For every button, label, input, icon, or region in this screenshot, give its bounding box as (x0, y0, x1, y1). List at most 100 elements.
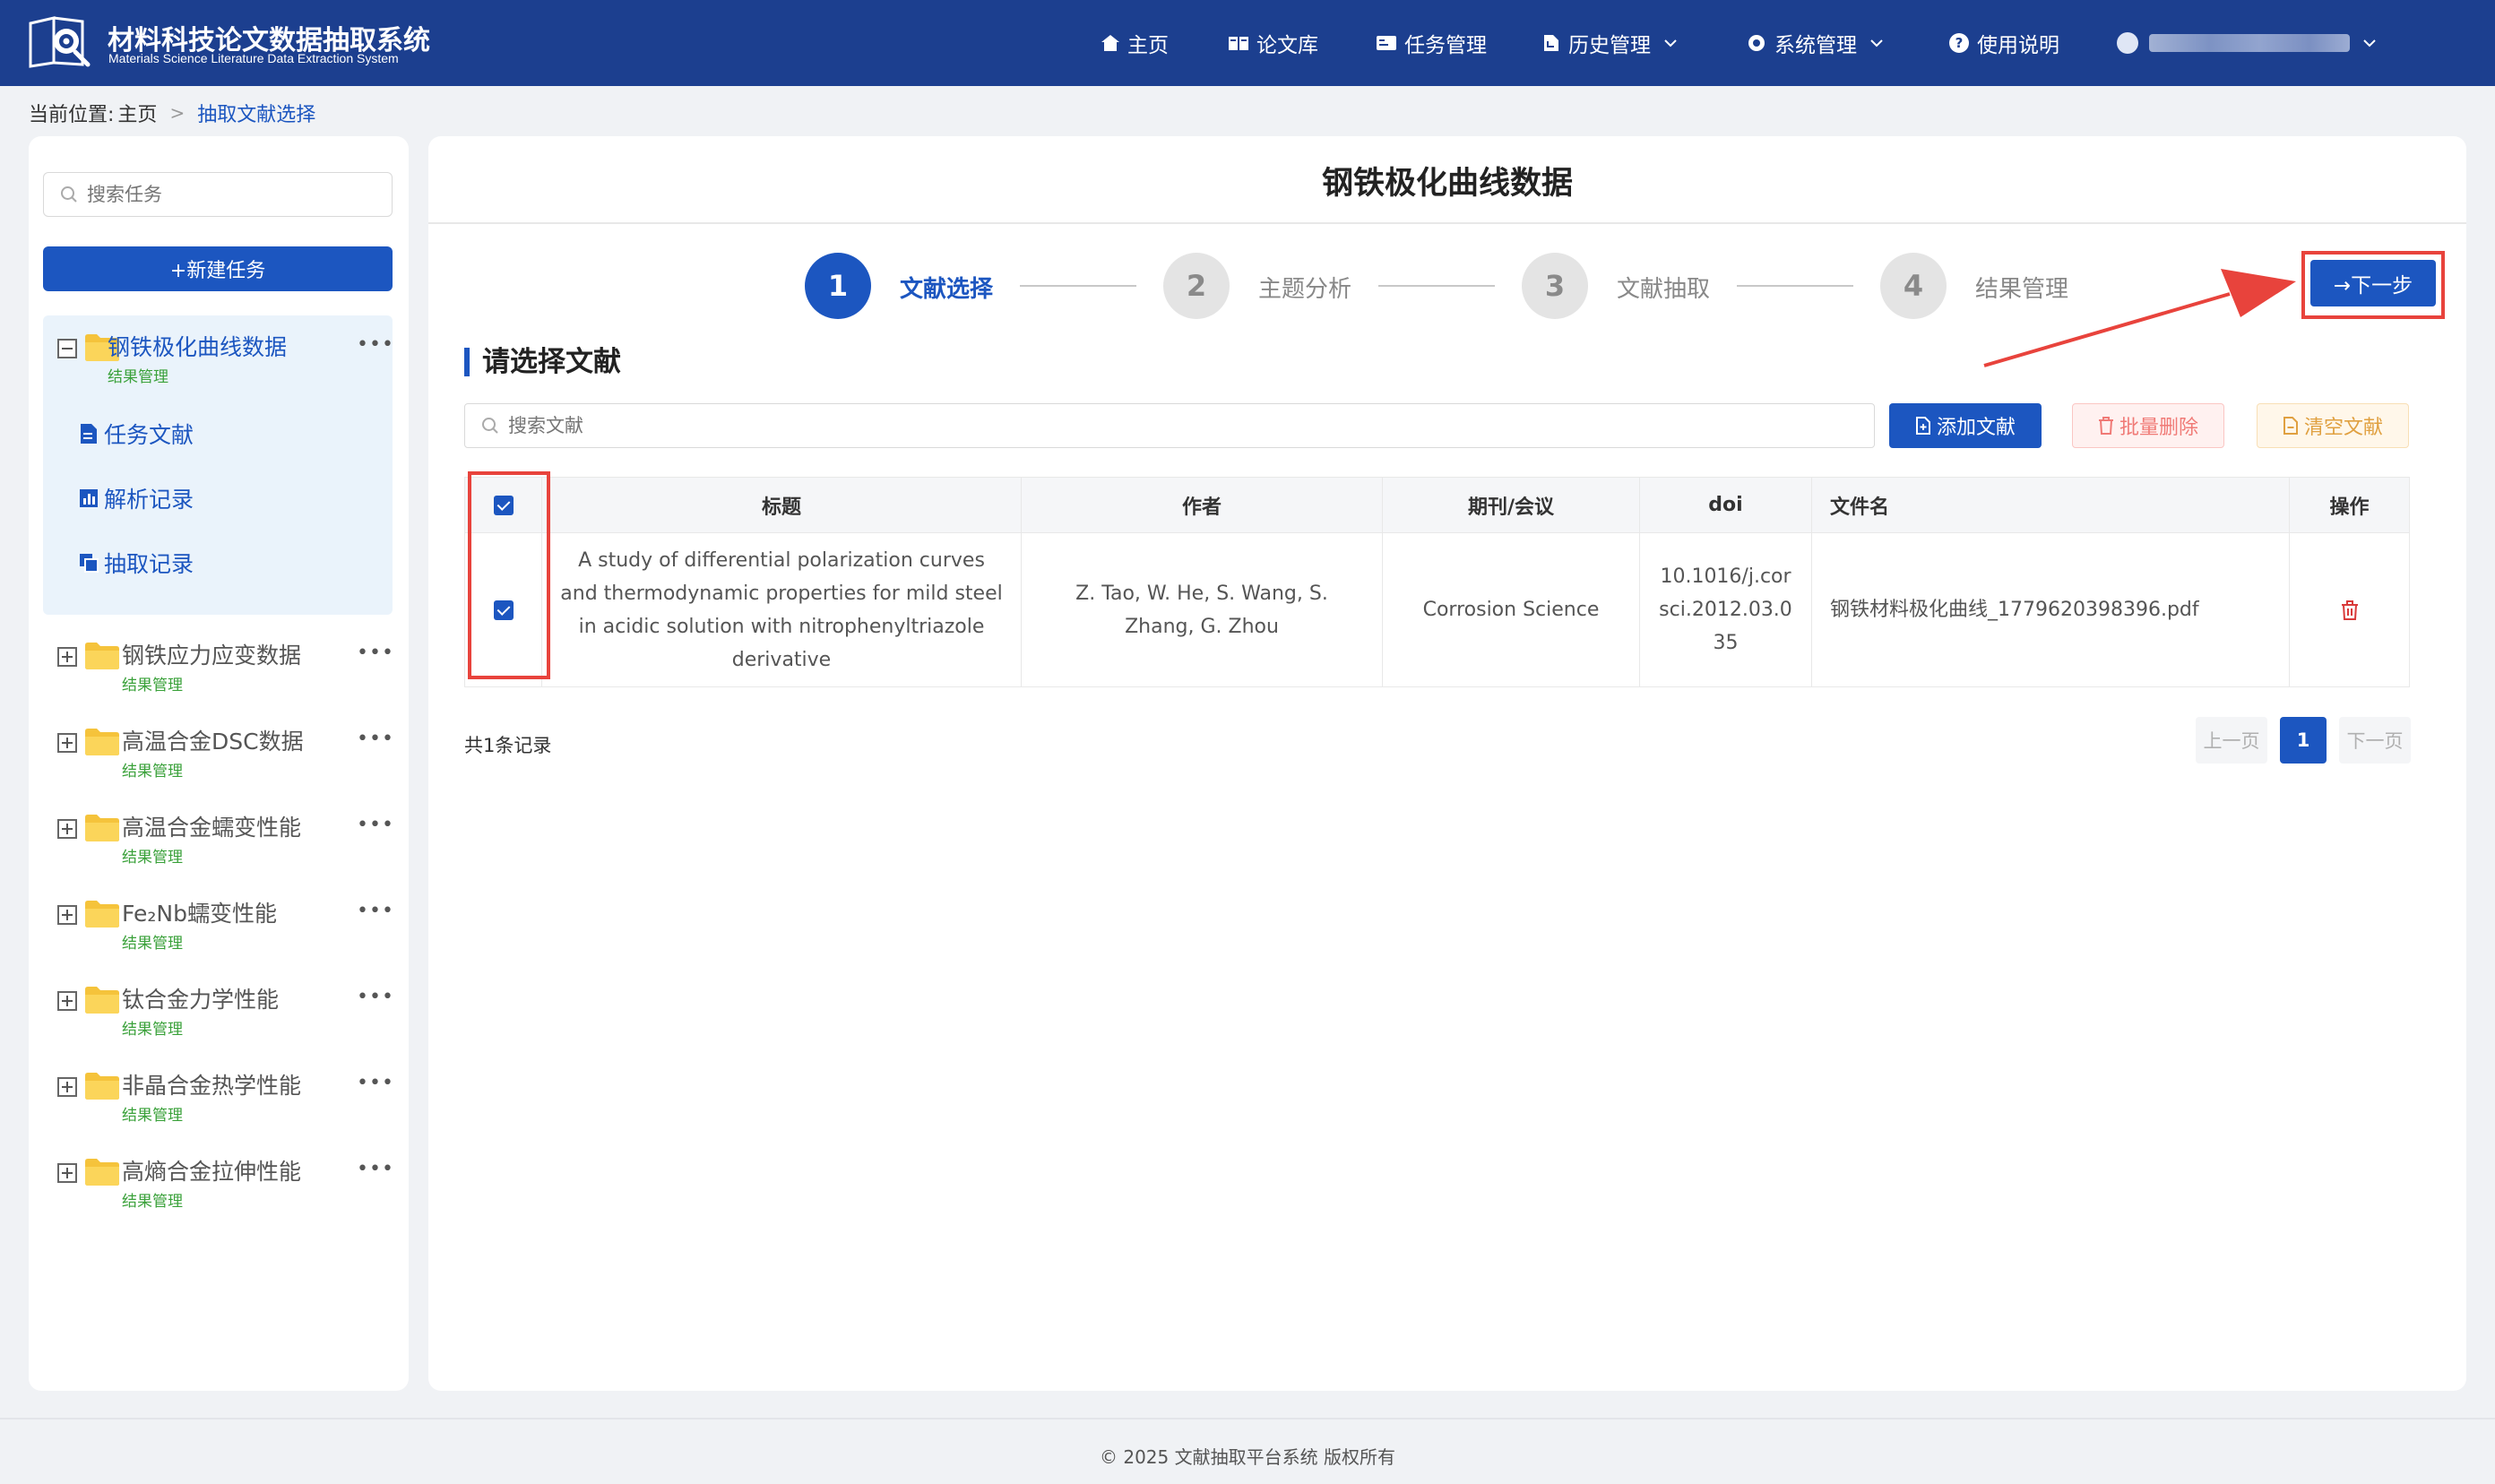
task-item[interactable]: Fe₂Nb蠕变性能 结果管理 ••• (43, 882, 393, 953)
column-header-actions: 操作 (2289, 477, 2410, 533)
task-item[interactable]: 钢铁应力应变数据 结果管理 ••• (43, 624, 393, 695)
more-icon[interactable]: ••• (357, 986, 394, 1008)
task-item[interactable]: 非晶合金热学性能 结果管理 ••• (43, 1054, 393, 1126)
expand-icon[interactable] (57, 1163, 77, 1183)
add-file-icon (1915, 417, 1930, 435)
task-icon (1377, 36, 1396, 50)
history-icon (1544, 35, 1558, 51)
section-title: 请选择文献 (464, 348, 621, 376)
expand-icon[interactable] (57, 733, 77, 753)
row-checkbox[interactable] (493, 600, 514, 620)
search-icon (61, 186, 77, 203)
nav-home[interactable]: 主页 (1101, 27, 1169, 59)
column-header-doi: doi (1639, 477, 1812, 533)
more-icon[interactable]: ••• (357, 1072, 394, 1094)
folder-icon (85, 729, 119, 755)
nav-library[interactable]: 论文库 (1228, 27, 1318, 59)
expand-icon[interactable] (57, 991, 77, 1011)
nav-help[interactable]: ? 使用说明 (1948, 27, 2059, 59)
task-status-tag: 结果管理 (122, 677, 183, 695)
folder-icon (85, 987, 119, 1014)
username-blurred (2149, 34, 2350, 52)
cell-author: Z. Tao, W. He, S. Wang, S. Zhang, G. Zho… (1021, 532, 1383, 687)
record-count: 共1条记录 (464, 735, 552, 756)
chart-icon (80, 489, 98, 507)
task-search-box[interactable] (43, 172, 393, 217)
step-connector (1737, 285, 1853, 287)
add-document-button[interactable]: 添加文献 (1889, 403, 2042, 448)
nav-tasks-label: 任务管理 (1404, 34, 1487, 57)
folder-icon (85, 901, 119, 928)
top-header: 材料科技论文数据抽取系统 Materials Science Literatur… (0, 0, 2495, 86)
sub-item-parse-records[interactable]: 解析记录 (79, 482, 194, 514)
task-name: 高温合金蠕变性能 (122, 815, 302, 841)
task-status-tag: 结果管理 (122, 763, 183, 781)
clear-documents-label: 清空文献 (2303, 417, 2383, 439)
sub-item-extract-records[interactable]: 抽取记录 (79, 547, 194, 579)
row-select-cell (464, 532, 542, 687)
task-name: 非晶合金热学性能 (122, 1073, 302, 1099)
expand-icon[interactable] (57, 905, 77, 925)
cell-title: A study of differential polarization cur… (541, 532, 1022, 687)
task-name: 钢铁极化曲线数据 (108, 334, 288, 360)
book-icon (1229, 37, 1248, 50)
clear-documents-button[interactable]: 清空文献 (2257, 403, 2409, 448)
collapse-icon[interactable] (57, 339, 77, 358)
step-connector (1378, 285, 1495, 287)
more-icon[interactable]: ••• (357, 1158, 394, 1180)
task-item[interactable]: 钛合金力学性能 结果管理 ••• (43, 968, 393, 1040)
breadcrumb-home[interactable]: 主页 (117, 99, 157, 127)
task-name: Fe₂Nb蠕变性能 (122, 901, 277, 927)
more-icon[interactable]: ••• (357, 642, 394, 664)
page-number-button[interactable]: 1 (2280, 717, 2327, 764)
user-menu[interactable] (2117, 27, 2377, 59)
task-status-tag: 结果管理 (122, 1021, 183, 1039)
cell-filename: 钢铁材料极化曲线_1779620398396.pdf (1811, 532, 2290, 687)
sub-item-task-documents[interactable]: 任务文献 (79, 418, 194, 450)
batch-delete-button[interactable]: 批量删除 (2072, 403, 2224, 448)
footer-copyright: © 2025 文献抽取平台系统 版权所有 (1100, 1446, 1395, 1468)
more-icon[interactable]: ••• (357, 900, 394, 922)
step-3-label: 文献抽取 (1617, 276, 1711, 303)
select-all-checkbox[interactable] (493, 496, 514, 515)
column-header-title: 标题 (541, 477, 1022, 533)
column-header-author: 作者 (1021, 477, 1383, 533)
nav-history[interactable]: 历史管理 (1541, 27, 1678, 59)
doc-search-box[interactable] (464, 403, 1875, 448)
nav-tasks[interactable]: 任务管理 (1376, 27, 1487, 59)
step-3-circle: 3 (1522, 253, 1588, 319)
step-4-label: 结果管理 (1975, 276, 2069, 303)
prev-page-button[interactable]: 上一页 (2196, 717, 2267, 764)
step-1-label: 文献选择 (900, 276, 994, 303)
task-item[interactable]: 高温合金蠕变性能 结果管理 ••• (43, 796, 393, 867)
delete-icon[interactable] (2341, 600, 2359, 620)
expand-icon[interactable] (57, 819, 77, 839)
column-header-journal: 期刊/会议 (1382, 477, 1640, 533)
cell-journal: Corrosion Science (1382, 532, 1640, 687)
nav-system[interactable]: 系统管理 (1746, 27, 1884, 59)
task-sidebar: +新建任务 钢铁极化曲线数据 结果管理 ••• 任务文献 解析记录 抽取记录 钢… (29, 136, 409, 1391)
more-icon[interactable]: ••• (357, 814, 394, 836)
svg-text:?: ? (1955, 35, 1964, 51)
column-header-filename: 文件名 (1811, 477, 2290, 533)
expand-icon[interactable] (57, 647, 77, 667)
task-name: 钛合金力学性能 (122, 987, 280, 1013)
avatar (2117, 32, 2138, 54)
expand-icon[interactable] (57, 1077, 77, 1097)
task-item-steel-polarization[interactable]: 钢铁极化曲线数据 结果管理 ••• (43, 315, 393, 387)
new-task-button[interactable]: +新建任务 (43, 246, 393, 291)
next-step-button[interactable]: →下一步 (2310, 260, 2436, 306)
task-item[interactable]: 高温合金DSC数据 结果管理 ••• (43, 710, 393, 781)
more-icon[interactable]: ••• (357, 333, 394, 356)
step-4-circle: 4 (1880, 253, 1947, 319)
task-name: 钢铁应力应变数据 (122, 643, 302, 669)
cell-actions (2289, 532, 2410, 687)
step-connector (1020, 285, 1136, 287)
more-icon[interactable]: ••• (357, 728, 394, 750)
folder-icon (85, 815, 119, 841)
doc-search-input[interactable] (508, 415, 1852, 436)
task-search-input[interactable] (87, 184, 383, 205)
nav-help-label: 使用说明 (1977, 34, 2059, 57)
next-page-button[interactable]: 下一页 (2339, 717, 2411, 764)
task-item[interactable]: 高熵合金拉伸性能 结果管理 ••• (43, 1140, 393, 1212)
